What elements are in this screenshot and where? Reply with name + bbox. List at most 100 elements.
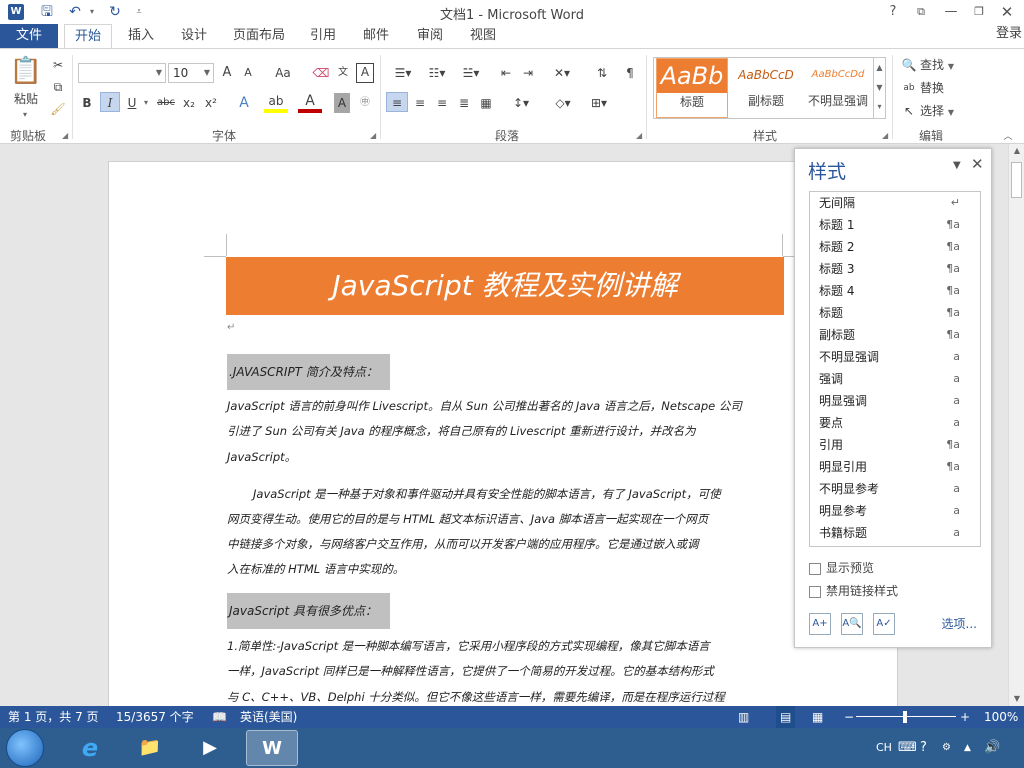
clear-formatting-icon[interactable]: ⌫ xyxy=(312,63,330,83)
bold-button[interactable]: B xyxy=(78,93,96,113)
style-row[interactable]: 标题 4 ¶a xyxy=(810,280,980,302)
phonetic-guide-icon[interactable]: 文 xyxy=(334,63,352,83)
strikethrough-button[interactable]: abc xyxy=(154,93,178,113)
character-shading-icon[interactable]: A xyxy=(334,93,350,113)
paragraph-line[interactable]: 与 C、C++、VB、Delphi 十分类似。但它不像这些语言一样，需要先编译，… xyxy=(227,689,725,705)
align-center-icon[interactable]: ≡ xyxy=(410,93,430,113)
justify-icon[interactable]: ≣ xyxy=(454,93,474,113)
line-spacing-icon[interactable]: ↕▾ xyxy=(506,93,536,113)
style-gallery-item[interactable]: AaBbCcD 副标题 xyxy=(730,58,802,118)
paragraph-line[interactable]: 一样，JavaScript 同样已是一种解释性语言，它提供了一个简易的开发过程。… xyxy=(227,663,714,679)
bullets-icon[interactable]: ☰▾ xyxy=(388,63,418,83)
character-border-icon[interactable]: A xyxy=(356,63,374,83)
document-page[interactable]: JavaScript 教程及实例讲解 ↵ .JAVASCRIPT 简介及特点： … xyxy=(108,161,898,706)
cut-icon[interactable]: ✂ xyxy=(48,55,68,75)
keyboard-icon[interactable]: ⌨ xyxy=(898,728,917,768)
style-row[interactable]: 不明显强调 a xyxy=(810,346,980,368)
tab-home[interactable]: 开始 xyxy=(64,24,112,49)
find-button[interactable]: 查找 ▼ xyxy=(920,55,970,75)
section-heading[interactable]: JavaScript 具有很多优点： xyxy=(227,593,390,629)
grow-font-button[interactable]: A xyxy=(218,63,236,83)
word-taskbar-icon[interactable]: W xyxy=(246,730,298,766)
style-row[interactable]: 强调 a xyxy=(810,368,980,390)
style-row[interactable]: 副标题 ¶a xyxy=(810,324,980,346)
paragraph-line[interactable]: 中链接多个对象，与网络客户交互作用，从而可以开发客户端的应用程序。它是通过嵌入或… xyxy=(227,536,699,552)
underline-dropdown-icon[interactable]: ▾ xyxy=(142,93,150,113)
read-mode-icon[interactable]: ▥ xyxy=(738,706,749,728)
multilevel-list-icon[interactable]: ☱▾ xyxy=(456,63,486,83)
align-left-icon[interactable]: ≡ xyxy=(386,92,408,112)
help-button[interactable]: ? xyxy=(880,1,906,23)
proofing-icon[interactable]: 📖 xyxy=(212,706,227,728)
borders-icon[interactable]: ⊞▾ xyxy=(584,93,614,113)
tab-review[interactable]: 审阅 xyxy=(408,24,452,48)
chevron-down-icon[interactable]: ▼ xyxy=(874,78,885,98)
superscript-button[interactable]: x² xyxy=(202,93,220,113)
zoom-level[interactable]: 100% xyxy=(984,706,1018,728)
scrollbar-thumb[interactable] xyxy=(1011,162,1022,198)
chevron-up-icon[interactable]: ▲ xyxy=(874,58,885,78)
paragraph-line[interactable]: 1.简单性:-JavaScript 是一种脚本编写语言，它采用小程序段的方式实现… xyxy=(227,638,710,654)
ribbon-display-options-icon[interactable]: ⧉ xyxy=(908,1,934,23)
tab-design[interactable]: 设计 xyxy=(172,24,216,48)
scroll-up-icon[interactable]: ▲ xyxy=(1009,144,1024,158)
paragraph-line[interactable]: JavaScript 语言的前身叫作 Livescript。自从 Sun 公司推… xyxy=(227,398,742,414)
gallery-scroll[interactable]: ▲ ▼ ▾ xyxy=(873,58,885,118)
word-count[interactable]: 15/3657 个字 xyxy=(116,706,194,728)
paragraph-line[interactable]: JavaScript 是一种基于对象和事件驱动并具有安全性能的脚本语言，有了 J… xyxy=(227,486,721,502)
style-row[interactable]: 书籍标题 a xyxy=(810,522,980,544)
style-row[interactable]: 无间隔 ↵ xyxy=(810,192,980,214)
numbering-icon[interactable]: ☷▾ xyxy=(422,63,452,83)
style-gallery-item[interactable]: AaBb 标题 xyxy=(656,58,728,118)
styles-launcher-icon[interactable]: ◢ xyxy=(882,131,888,140)
paragraph-line[interactable]: JavaScript。 xyxy=(227,449,296,465)
pane-options-icon[interactable]: ▼ xyxy=(953,160,961,171)
login-link[interactable]: 登录 xyxy=(996,24,1022,44)
font-color-icon[interactable]: A xyxy=(298,93,322,113)
vertical-scrollbar[interactable]: ▲ ▼ xyxy=(1008,144,1024,706)
style-row[interactable]: 明显引用 ¶a xyxy=(810,456,980,478)
chinese-layout-icon[interactable]: ✕▾ xyxy=(548,63,576,83)
zoom-out-button[interactable]: − xyxy=(844,706,854,728)
start-button[interactable] xyxy=(6,729,44,767)
new-style-icon[interactable]: A+ xyxy=(809,613,831,635)
paste-icon[interactable]: 📋 xyxy=(8,55,44,87)
align-right-icon[interactable]: ≡ xyxy=(432,93,452,113)
web-layout-icon[interactable]: ▦ xyxy=(812,706,823,728)
show-formatting-marks-icon[interactable]: ¶ xyxy=(620,63,640,83)
input-language[interactable]: CH xyxy=(876,728,892,768)
increase-indent-icon[interactable]: ⇥ xyxy=(518,63,538,83)
more-icon[interactable]: ▾ xyxy=(874,98,885,116)
shrink-font-button[interactable]: A xyxy=(240,63,256,83)
select-button[interactable]: 选择 ▼ xyxy=(920,101,970,121)
shading-icon[interactable]: ◇▾ xyxy=(548,93,578,113)
show-preview-checkbox[interactable]: 显示预览 xyxy=(809,559,874,576)
change-case-button[interactable]: Aa xyxy=(268,63,298,83)
print-layout-icon[interactable]: ▤ xyxy=(776,706,796,728)
find-icon[interactable]: 🔍 xyxy=(900,55,918,75)
decrease-indent-icon[interactable]: ⇤ xyxy=(496,63,516,83)
style-row[interactable]: 不明显参考 a xyxy=(810,478,980,500)
style-row[interactable]: 要点 a xyxy=(810,412,980,434)
internet-explorer-icon[interactable]: e xyxy=(64,730,116,766)
paragraph-line[interactable]: 入在标准的 HTML 语言中实现的。 xyxy=(227,561,404,577)
tab-view[interactable]: 视图 xyxy=(462,24,504,48)
close-icon[interactable]: ✕ xyxy=(994,1,1020,23)
tab-layout[interactable]: 页面布局 xyxy=(226,24,292,48)
tray-settings-icon[interactable]: ⚙ xyxy=(942,728,951,768)
show-hidden-icons-icon[interactable]: ▲ xyxy=(964,728,971,768)
style-row[interactable]: 明显强调 a xyxy=(810,390,980,412)
paragraph-line[interactable]: 引进了 Sun 公司有关 Java 的程序概念，将自己原有的 Livescrip… xyxy=(227,423,696,439)
distributed-icon[interactable]: ▦ xyxy=(476,93,496,113)
manage-styles-icon[interactable]: A✓ xyxy=(873,613,895,635)
underline-button[interactable]: U xyxy=(124,93,140,113)
font-launcher-icon[interactable]: ◢ xyxy=(370,131,376,140)
restore-icon[interactable]: ❐ xyxy=(966,1,992,23)
paste-dropdown-icon[interactable]: ▾ xyxy=(14,105,36,125)
paragraph-line[interactable]: 网页变得生动。使用它的目的是与 HTML 超文本标识语言、Java 脚本语言一起… xyxy=(227,511,708,527)
page-count[interactable]: 第 1 页，共 7 页 xyxy=(8,706,99,728)
zoom-slider-thumb[interactable] xyxy=(903,711,907,723)
style-inspector-icon[interactable]: A🔍 xyxy=(841,613,863,635)
subscript-button[interactable]: x₂ xyxy=(180,93,198,113)
select-icon[interactable]: ↖ xyxy=(900,101,918,121)
